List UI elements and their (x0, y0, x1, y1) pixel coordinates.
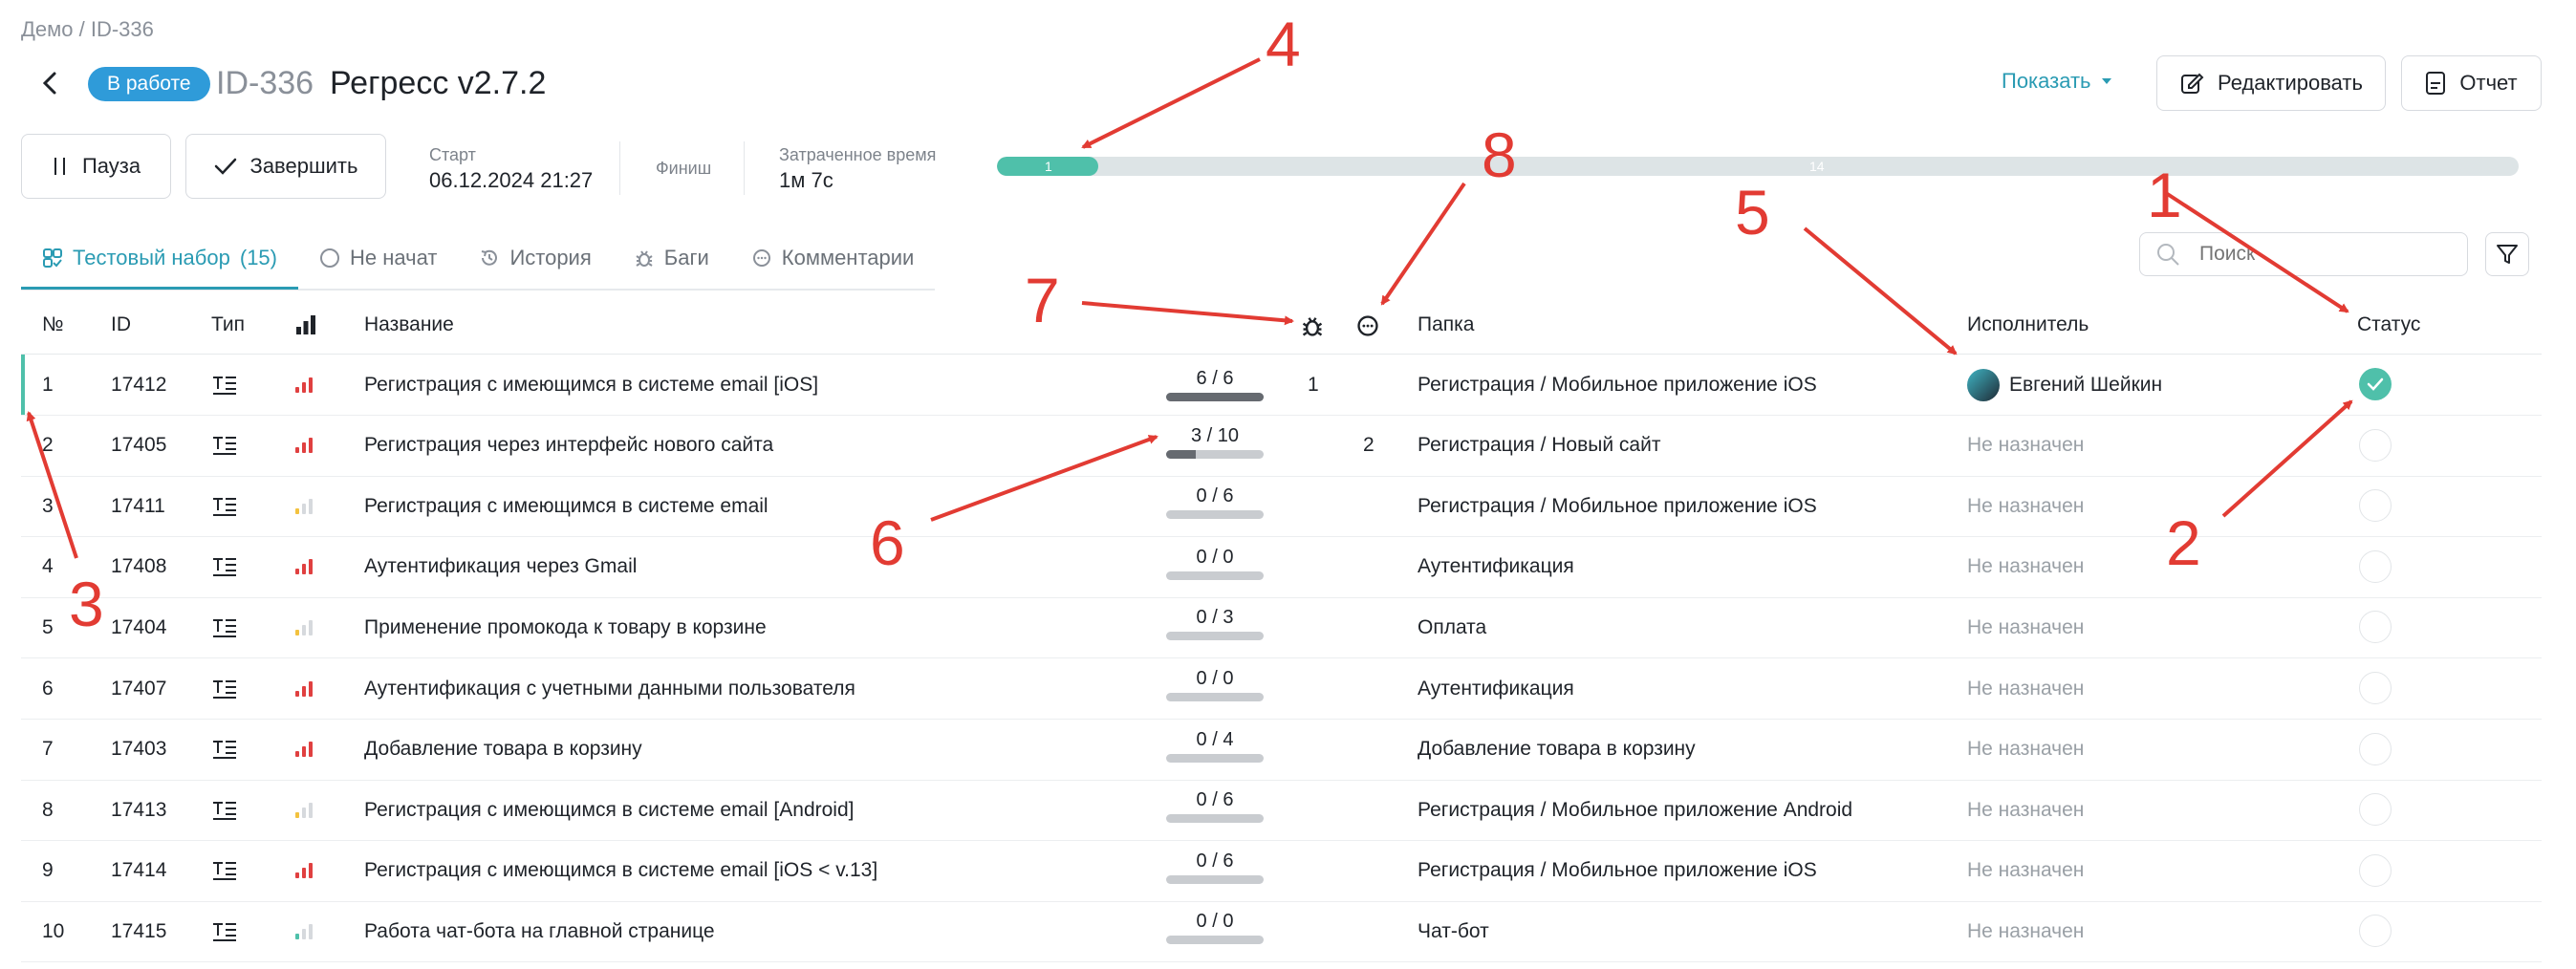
annotation-arrow-6 (930, 435, 1158, 522)
annotation-label-6: 6 (870, 507, 905, 578)
annotation-label-2: 2 (2166, 507, 2201, 578)
annotation-arrow-8 (1380, 182, 1466, 306)
annotation-arrow-1 (2164, 191, 2349, 313)
annotation-arrow-2 (2221, 399, 2353, 518)
annotation-label-4: 4 (1266, 9, 1301, 79)
annotation-label-7: 7 (1025, 265, 1060, 335)
annotation-arrow-7 (1081, 301, 1294, 326)
annotation-arrow-5 (1803, 226, 1958, 355)
annotation-label-1: 1 (2147, 160, 2182, 230)
annotation-overlay (26, 57, 2353, 559)
annotation-label-3: 3 (69, 569, 104, 639)
annotation-arrow-3 (26, 411, 78, 559)
annotation-arrow-4 (1081, 57, 1261, 149)
annotation-label-8: 8 (1482, 119, 1517, 190)
annotation-label-5: 5 (1735, 177, 1770, 248)
